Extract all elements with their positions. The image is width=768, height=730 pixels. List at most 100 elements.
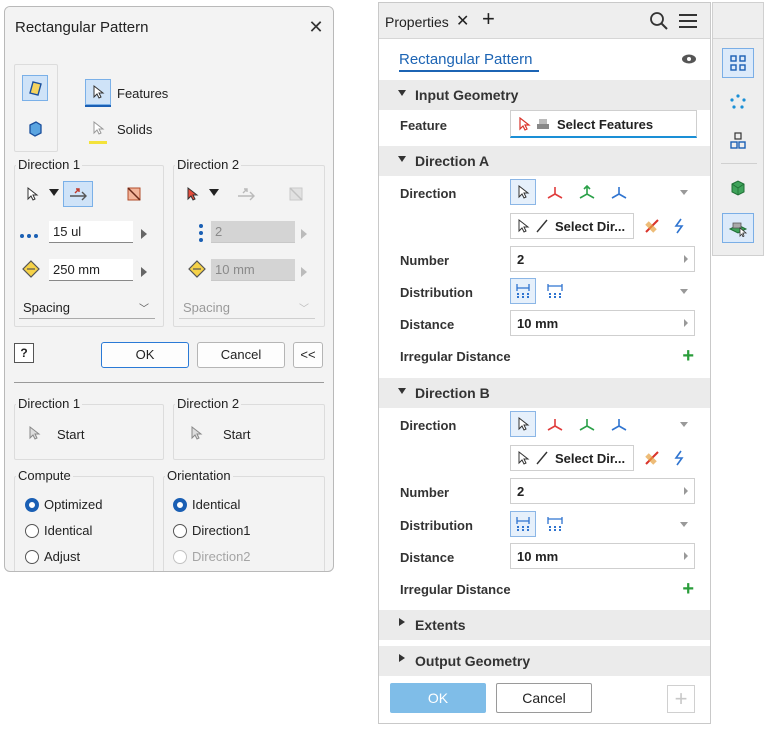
direction-b-select-button[interactable] [510, 411, 536, 437]
search-icon[interactable] [649, 11, 669, 34]
cancel-button[interactable]: Cancel [197, 342, 285, 368]
direction-a-y-axis-button[interactable] [574, 179, 600, 205]
direction-b-spacing-button[interactable] [510, 511, 536, 537]
feature-name-link[interactable]: Rectangular Pattern [399, 51, 532, 68]
direction-b-y-axis-button[interactable] [574, 411, 600, 437]
eye-icon[interactable] [681, 53, 697, 68]
collapse-more-button[interactable]: << [293, 342, 323, 368]
direction1-count-menu-icon[interactable] [141, 229, 147, 239]
direction-a-distance-label: Distance [400, 317, 455, 332]
direction-a-flip-icon[interactable] [671, 217, 687, 238]
direction-b-add-irregular-icon[interactable]: + [682, 579, 694, 599]
direction-a-dropdown-icon[interactable] [680, 190, 688, 195]
solid-body-icon [29, 121, 42, 137]
solids-select-button[interactable] [85, 115, 111, 141]
select-features-field[interactable]: Select Features [510, 110, 697, 138]
direction-b-label: Direction [400, 418, 457, 433]
printer-feature-icon [537, 119, 549, 129]
sketch-pattern-tool[interactable] [722, 126, 754, 156]
divider [14, 382, 324, 383]
direction-b-z-axis-button[interactable] [606, 411, 632, 437]
help-icon[interactable]: ? [14, 343, 34, 363]
direction1-dropdown-icon[interactable] [49, 189, 59, 196]
pattern-body-icon [731, 180, 745, 196]
direction-a-distribution-dropdown-icon[interactable] [680, 289, 688, 294]
features-active-underline [85, 105, 111, 107]
direction2-path-select-button[interactable] [179, 181, 205, 207]
direction2-flip-button[interactable] [231, 181, 261, 207]
ok-button[interactable]: OK [101, 342, 189, 368]
menu-icon[interactable] [677, 12, 699, 33]
section-direction-b[interactable]: Direction B [379, 378, 710, 408]
compute-adjust-radio[interactable]: Adjust [25, 549, 80, 564]
circular-pattern-icon [730, 94, 746, 109]
direction2-count-field[interactable]: 2 [211, 221, 295, 243]
caret-right-icon [684, 255, 688, 263]
close-tab-icon[interactable]: ✕ [456, 11, 469, 31]
direction-a-distance-field[interactable]: 10 mm [510, 310, 695, 336]
pattern-feature-tool[interactable] [722, 213, 754, 243]
direction-b-select-dir-field[interactable]: Select Dir... [510, 445, 634, 471]
direction2-dropdown-icon[interactable] [209, 189, 219, 196]
start2-select-button[interactable] [183, 420, 209, 446]
direction-b-number-field[interactable]: 2 [510, 478, 695, 504]
close-icon[interactable]: ✕ [305, 16, 327, 38]
orientation-identical-radio[interactable]: Identical [173, 497, 240, 512]
direction-b-extent-button[interactable] [542, 511, 568, 537]
section-extents[interactable]: Extents [379, 610, 710, 640]
direction-a-spacing-button[interactable] [510, 278, 536, 304]
section-direction-a[interactable]: Direction A [379, 146, 710, 176]
direction-a-select-dir-field[interactable]: Select Dir... [510, 213, 634, 239]
direction1-path-select-button[interactable] [19, 181, 45, 207]
direction2-midplane-button[interactable] [283, 181, 309, 207]
direction2-spacing-select[interactable]: Spacing ﹀ [179, 297, 315, 319]
direction-b-distribution-dropdown-icon[interactable] [680, 522, 688, 527]
direction-b-flip-icon[interactable] [671, 449, 687, 470]
rectangular-pattern-tool[interactable] [722, 48, 754, 78]
tab-properties[interactable]: Properties [385, 14, 449, 30]
direction-a-x-axis-button[interactable] [542, 179, 568, 205]
direction1-midplane-button[interactable] [121, 181, 147, 207]
direction-a-midplane-icon[interactable] [643, 217, 661, 238]
pattern-features-mode-button[interactable] [22, 75, 48, 101]
compute-optimized-label: Optimized [44, 497, 103, 512]
pattern-body-mode-button[interactable] [22, 115, 48, 141]
start1-select-button[interactable] [21, 420, 47, 446]
direction1-flip-button[interactable] [63, 181, 93, 207]
add-tab-icon[interactable]: + [482, 7, 495, 31]
direction-a-extent-button[interactable] [542, 278, 568, 304]
direction1-count-field[interactable]: 15 ul [49, 221, 133, 243]
compute-optimized-radio[interactable]: Optimized [25, 497, 103, 512]
circular-pattern-tool[interactable] [722, 87, 754, 117]
panel-ok-button[interactable]: OK [390, 683, 486, 713]
direction2-distance-menu-icon[interactable] [301, 267, 307, 277]
direction1-distance-field[interactable]: 250 mm [49, 259, 133, 281]
y-axis-icon [579, 419, 595, 431]
orientation-direction1-radio[interactable]: Direction1 [173, 523, 251, 538]
solids-label: Solids [117, 122, 153, 137]
midplane-icon [127, 187, 141, 201]
direction1-distance-menu-icon[interactable] [141, 267, 147, 277]
panel-apply-add-icon[interactable]: + [667, 685, 695, 713]
direction-b-midplane-icon[interactable] [643, 449, 661, 470]
direction-b-distance-field[interactable]: 10 mm [510, 543, 695, 569]
compute-identical-label: Identical [44, 523, 93, 538]
panel-cancel-button[interactable]: Cancel [496, 683, 592, 713]
direction-b-dropdown-icon[interactable] [680, 422, 688, 427]
radio-selected-icon [173, 497, 187, 512]
section-output-geometry[interactable]: Output Geometry [379, 646, 710, 676]
section-input-geometry[interactable]: Input Geometry [379, 80, 710, 110]
direction1-spacing-select[interactable]: Spacing ﹀ [19, 297, 155, 319]
pattern-body-tool[interactable] [722, 173, 754, 203]
orientation-direction2-radio[interactable]: Direction2 [173, 549, 251, 564]
compute-identical-radio[interactable]: Identical [25, 523, 92, 538]
direction-a-add-irregular-icon[interactable]: + [682, 346, 694, 366]
direction-b-x-axis-button[interactable] [542, 411, 568, 437]
direction-a-select-button[interactable] [510, 179, 536, 205]
direction2-count-menu-icon[interactable] [301, 229, 307, 239]
direction-a-number-field[interactable]: 2 [510, 246, 695, 272]
direction2-distance-field[interactable]: 10 mm [211, 259, 295, 281]
features-select-button[interactable] [85, 79, 111, 105]
direction-a-z-axis-button[interactable] [606, 179, 632, 205]
direction-b-distance-label: Distance [400, 550, 455, 565]
